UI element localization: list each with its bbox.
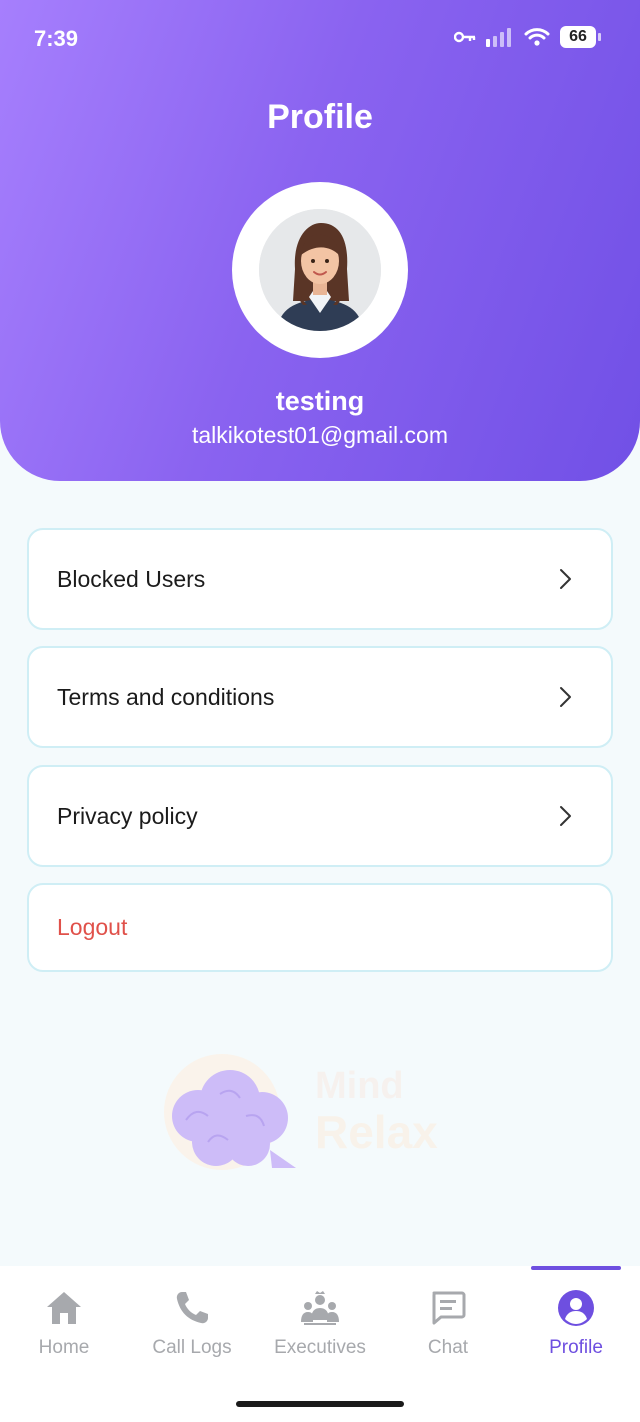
chevron-right-icon <box>560 687 571 707</box>
svg-text:Mind: Mind <box>315 1065 404 1107</box>
tab-profile[interactable]: Profile <box>512 1266 640 1376</box>
profile-header: 7:39 66 Profile testing talkikotest01@gm… <box>0 0 640 481</box>
tab-call-logs[interactable]: Call Logs <box>128 1266 256 1376</box>
user-name: testing <box>275 386 365 416</box>
tab-label: Call Logs <box>152 1337 232 1358</box>
menu-label: Terms and conditions <box>57 683 275 710</box>
app-logo-watermark: Mind Relax <box>164 1054 438 1170</box>
tab-chat[interactable]: Chat <box>384 1266 512 1376</box>
status-icons: 66 <box>454 26 601 48</box>
tab-label: Chat <box>427 1337 469 1358</box>
privacy-policy-button[interactable]: Privacy policy <box>27 765 613 867</box>
chevron-right-icon <box>560 806 571 826</box>
key-icon <box>454 31 476 43</box>
battery-indicator: 66 <box>560 26 601 48</box>
page-title: Profile <box>267 98 373 136</box>
tab-label: Executives <box>274 1337 366 1358</box>
logout-label: Logout <box>57 914 128 940</box>
terms-and-conditions-button[interactable]: Terms and conditions <box>27 646 613 748</box>
home-indicator <box>236 1401 404 1407</box>
user-email: talkikotest01@gmail.com <box>192 422 448 448</box>
bottom-navigation: Home Call Logs Executives Chat Profile <box>0 1266 640 1422</box>
avatar-illustration <box>259 209 381 331</box>
tab-executives[interactable]: Executives <box>256 1266 384 1376</box>
svg-text:Relax: Relax <box>315 1106 438 1158</box>
menu-label: Privacy policy <box>57 802 198 829</box>
profile-icon <box>556 1288 596 1328</box>
home-icon <box>44 1288 84 1328</box>
status-time: 7:39 <box>34 26 79 51</box>
signal-icon <box>486 28 511 47</box>
logout-button[interactable]: Logout <box>27 883 613 972</box>
chevron-right-icon <box>560 569 571 589</box>
wifi-icon <box>524 28 550 46</box>
avatar <box>259 209 381 331</box>
blocked-users-button[interactable]: Blocked Users <box>27 528 613 630</box>
group-icon <box>300 1288 340 1328</box>
avatar-ring[interactable] <box>232 182 408 358</box>
status-bar: 7:39 66 <box>0 0 640 80</box>
tab-home[interactable]: Home <box>0 1266 128 1376</box>
tab-label: Home <box>38 1337 90 1358</box>
tab-label: Profile <box>549 1337 603 1358</box>
menu-label: Blocked Users <box>57 565 206 592</box>
chat-icon <box>428 1288 468 1328</box>
phone-icon <box>172 1288 212 1328</box>
